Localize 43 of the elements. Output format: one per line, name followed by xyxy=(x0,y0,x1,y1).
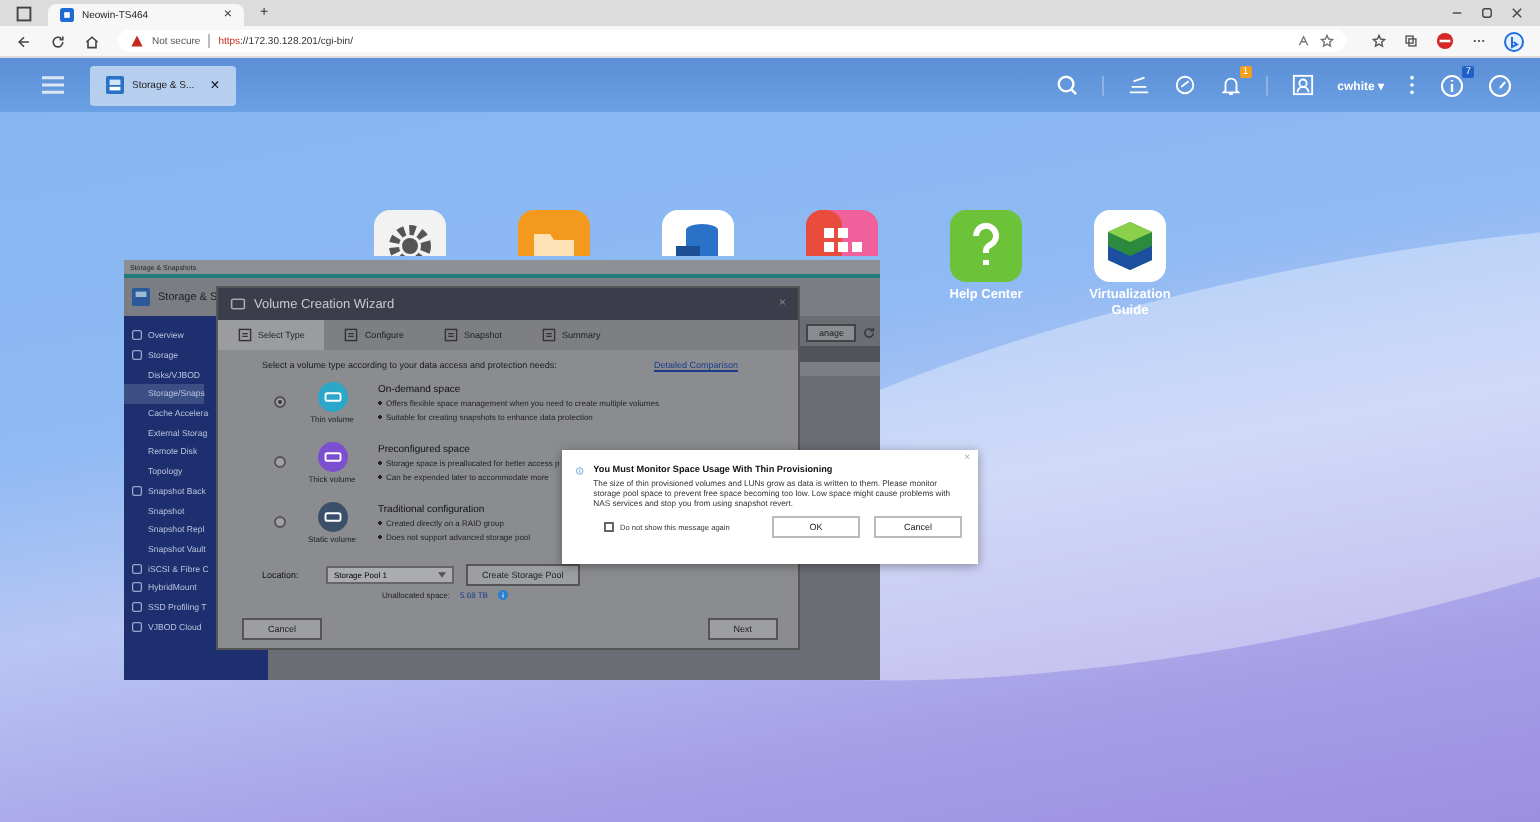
dashboard-gauge-icon[interactable] xyxy=(1488,73,1512,97)
step-icon xyxy=(541,328,556,342)
search-icon[interactable] xyxy=(1055,74,1078,96)
close-icon[interactable] xyxy=(1510,6,1524,20)
refresh-icon[interactable] xyxy=(50,33,66,49)
extension-stop-icon[interactable] xyxy=(1436,32,1454,50)
database-icon[interactable] xyxy=(662,210,734,256)
menu-icon[interactable] xyxy=(40,74,66,96)
app-grid-icon[interactable] xyxy=(806,210,878,256)
step-icon xyxy=(344,328,359,342)
back-arrow-icon[interactable] xyxy=(16,33,32,49)
tab-actions-icon[interactable] xyxy=(16,5,32,21)
read-aloud-icon[interactable] xyxy=(1298,34,1312,48)
sync-icon[interactable] xyxy=(1173,74,1196,96)
storage-app-icon xyxy=(106,76,124,94)
star-icon[interactable] xyxy=(1320,34,1334,48)
menu-item-icon xyxy=(132,485,142,496)
user-icon[interactable] xyxy=(1291,74,1314,96)
caret-icon xyxy=(438,572,446,578)
bing-icon[interactable] xyxy=(1504,31,1524,51)
more-options-icon[interactable] xyxy=(1408,74,1416,96)
info-icon xyxy=(576,462,584,480)
cube-icon[interactable] xyxy=(1094,210,1166,282)
collections-icon[interactable] xyxy=(1404,34,1418,48)
storage-app-icon xyxy=(132,288,150,306)
step-icon xyxy=(443,328,458,342)
gear-icon[interactable] xyxy=(374,210,446,256)
tasks-icon[interactable] xyxy=(1127,74,1150,96)
radio-button[interactable] xyxy=(274,456,286,468)
info-icon[interactable] xyxy=(1440,73,1464,97)
restore-icon[interactable] xyxy=(1480,6,1494,20)
checkbox[interactable] xyxy=(604,522,614,533)
radio-button[interactable] xyxy=(274,396,286,408)
radio-button[interactable] xyxy=(274,516,286,528)
bell-icon[interactable] xyxy=(1219,74,1242,96)
minimize-icon[interactable] xyxy=(1450,6,1464,20)
site-favicon-icon xyxy=(60,8,74,22)
warning-icon xyxy=(130,34,144,48)
favorites-icon[interactable] xyxy=(1372,34,1386,48)
step-icon xyxy=(238,328,252,342)
app-tab-close-button[interactable]: × xyxy=(210,76,220,94)
home-icon[interactable] xyxy=(84,33,100,49)
wizard-icon xyxy=(230,296,246,312)
